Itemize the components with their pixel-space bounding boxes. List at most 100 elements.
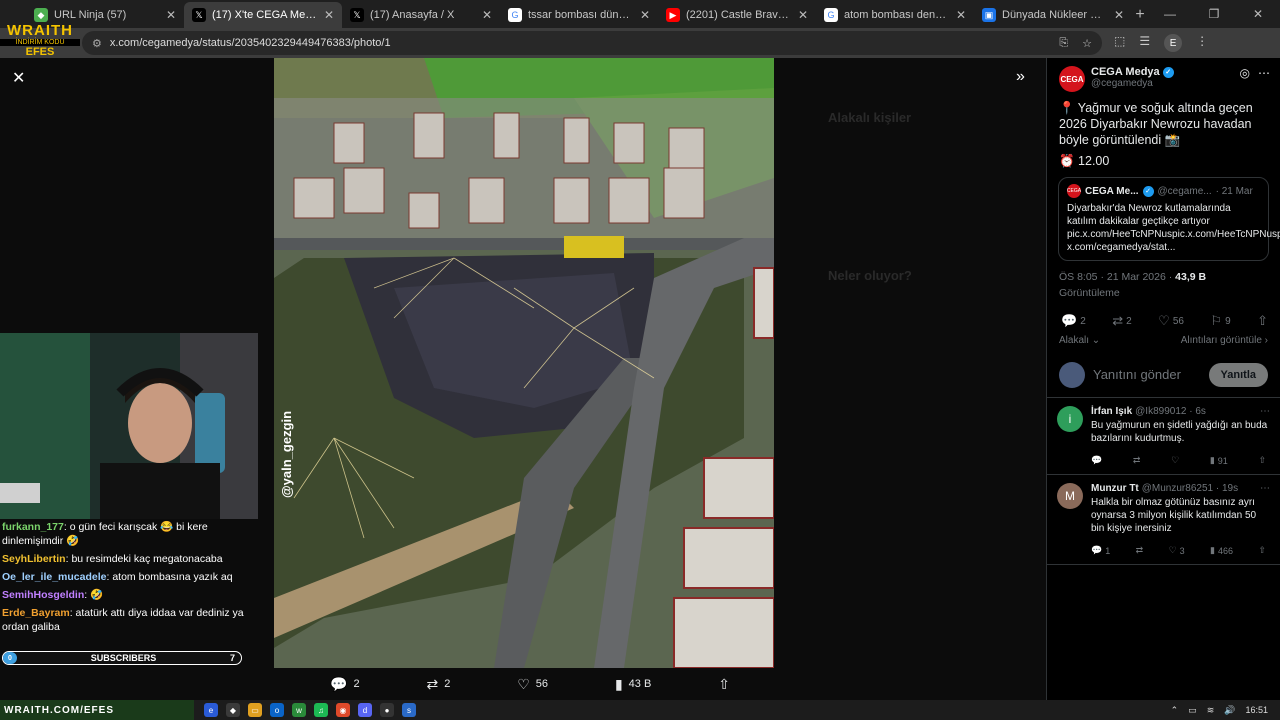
post-photo[interactable] (274, 58, 774, 668)
share-button[interactable]: ⇧ (1257, 313, 1268, 329)
reply-button[interactable]: 💬 1 (1091, 545, 1110, 556)
network-icon[interactable]: ▭ (1188, 705, 1197, 716)
grok-icon[interactable]: ◎ (1240, 66, 1250, 80)
related-dropdown[interactable]: Alakalı ⌄ (1059, 335, 1100, 346)
reply-item[interactable]: i İrfan Işık @Ik899012 · 6s ⋯ Bu yağmuru… (1047, 398, 1280, 475)
quoted-post[interactable]: CEGA CEGA Me... ✓ @cegame... · 21 Mar Di… (1058, 177, 1280, 261)
site-info-icon[interactable]: ⚙ (92, 37, 102, 50)
browser-tab[interactable]: 𝕏 (17) X'te CEGA Medya: "Selahat ✕ (184, 2, 342, 28)
x-logo-icon: 𝕏 (350, 8, 364, 22)
new-tab-button[interactable]: + (1132, 2, 1148, 28)
close-tab-icon[interactable]: ✕ (956, 8, 966, 22)
author-avatar[interactable]: CEGA (1059, 66, 1085, 92)
reply-input[interactable]: Yanıtını gönder (1093, 367, 1209, 382)
x-logo-icon: 𝕏 (192, 8, 206, 22)
system-tray: ⌃ ▭ ≋ 🔊 16:51 (1171, 705, 1280, 716)
close-tab-icon[interactable]: ✕ (166, 8, 176, 22)
obs-icon[interactable]: ● (380, 703, 394, 717)
clock[interactable]: 16:51 (1245, 705, 1268, 715)
close-icon[interactable]: ✕ (12, 68, 30, 87)
close-tab-icon[interactable]: ✕ (324, 8, 334, 22)
volume-icon[interactable]: 🔊 (1224, 705, 1235, 716)
repost-count: 2 (444, 678, 451, 690)
views-button[interactable]: ▮ 466 (1210, 545, 1233, 556)
extensions-icon[interactable]: ⬚ (1114, 34, 1125, 52)
share-button[interactable]: ⇧ (718, 676, 730, 693)
more-options-icon[interactable]: ⋯ (1260, 483, 1270, 494)
views-button[interactable]: ▮ 43 B (615, 676, 651, 693)
commenter-name[interactable]: İrfan Işık (1091, 406, 1132, 417)
whatsapp-icon[interactable]: w (292, 703, 306, 717)
close-window-icon[interactable]: ✕ (1236, 0, 1280, 28)
author-name[interactable]: CEGA Medya (1091, 66, 1160, 78)
chat-username: furkann_177 (2, 521, 64, 533)
close-tab-icon[interactable]: ✕ (1114, 8, 1124, 22)
commenter-avatar[interactable]: i (1057, 406, 1083, 432)
copilot-icon[interactable]: ◆ (226, 703, 240, 717)
browser-tab[interactable]: Gtssar bombası dünyada kaldı mı ✕ (500, 2, 658, 28)
profile-avatar[interactable]: E (1164, 34, 1183, 52)
restore-icon[interactable]: ❐ (1192, 0, 1236, 28)
spotify-icon[interactable]: ♫ (314, 703, 328, 717)
commenter-name[interactable]: Munzur Tt (1091, 483, 1139, 494)
url-field[interactable]: ⚙ x.com/cegamedya/status/203540232944947… (82, 31, 1102, 55)
chrome-icon[interactable]: ◉ (336, 703, 350, 717)
view-quotes-link[interactable]: Alıntıları görüntüle › (1181, 335, 1268, 346)
outlook-icon[interactable]: o (270, 703, 284, 717)
views-button[interactable]: ▮ 91 (1210, 455, 1228, 466)
share-icon[interactable]: ⇧ (1258, 545, 1266, 556)
like-button[interactable]: ♡ 3 (1169, 545, 1185, 556)
reply-item[interactable]: M Munzur Tt @Munzur86251 · 19s ⋯ Halkla … (1047, 475, 1280, 565)
quoted-author-avatar: CEGA (1067, 184, 1081, 198)
chat-username: Erde_Bayram (2, 607, 70, 619)
post-text: 📍 Yağmur ve soğuk altında geçen 2026 Diy… (1059, 101, 1253, 147)
like-button[interactable]: ♡ 56 (517, 676, 548, 693)
commenter-avatar[interactable]: M (1057, 483, 1083, 509)
heart-icon: ♡ (517, 675, 530, 692)
reply-button[interactable]: 💬 2 (1061, 313, 1086, 329)
repost-button[interactable]: ⇄ 2 (1112, 313, 1131, 329)
menu-icon[interactable]: ⋮ (1196, 34, 1208, 52)
share-icon[interactable]: ⇧ (1258, 455, 1266, 466)
browser-tab[interactable]: Gatom bombası denmesi için ka ✕ (816, 2, 974, 28)
post-timestamp[interactable]: ÖS 8:05 · 21 Mar 2026 · (1059, 271, 1172, 283)
chat-text: : bu resimdeki kaç megatonacaba (65, 553, 223, 565)
quoted-text: Diyarbakır'da Newroz kutlamalarında katı… (1067, 203, 1280, 253)
repost-button[interactable]: ⇄ 2 (426, 676, 450, 693)
browser-tab[interactable]: ▣ Dünyada Nükleer Silahı Olan Ü ✕ (974, 2, 1132, 28)
reply-button[interactable]: 💬 2 (330, 676, 360, 693)
sidebar-icon[interactable]: ☰ (1139, 34, 1150, 52)
browser-tab[interactable]: ▶ (2201) Castle Bravo Nuclear Tes ✕ (658, 2, 816, 28)
post-header: CEGA CEGA Medya ✓ @cegamedya ◎ ⋯ (1047, 58, 1280, 98)
install-icon[interactable]: ⎘ (1059, 37, 1068, 50)
bookmark-button[interactable]: ⚐ 9 (1210, 313, 1230, 329)
more-options-icon[interactable]: ⋯ (1260, 406, 1270, 417)
close-tab-icon[interactable]: ✕ (798, 8, 808, 22)
repost-icon[interactable]: ⇄ (1136, 545, 1144, 556)
steam-icon[interactable]: s (402, 703, 416, 717)
like-button[interactable]: ♡ 56 (1158, 313, 1184, 329)
close-tab-icon[interactable]: ✕ (482, 8, 492, 22)
wifi-icon[interactable]: ≋ (1207, 705, 1215, 716)
heart-icon[interactable]: ♡ (1171, 455, 1179, 466)
reply-icon[interactable]: 💬 (1091, 455, 1102, 466)
more-options-icon[interactable]: ⋯ (1258, 66, 1270, 80)
browser-tab[interactable]: 𝕏 (17) Anasayfa / X ✕ (342, 2, 500, 28)
bookmark-icon: ⚐ (1210, 313, 1223, 328)
close-tab-icon[interactable]: ✕ (640, 8, 650, 22)
edge-icon[interactable]: e (204, 703, 218, 717)
subscriber-label: SUBSCRIBERS (90, 653, 157, 663)
view-count: 43 B (628, 678, 652, 690)
author-handle[interactable]: @cegamedya (1091, 78, 1240, 89)
bookmark-star-icon[interactable]: ☆ (1082, 37, 1092, 50)
quoted-date: · 21 Mar (1215, 185, 1253, 197)
file-explorer-icon[interactable]: ▭ (248, 703, 262, 717)
expand-panel-icon[interactable]: » (1016, 68, 1025, 86)
minimize-icon[interactable]: — (1148, 0, 1192, 28)
reply-submit-button[interactable]: Yanıtla (1208, 362, 1268, 387)
chevron-up-icon[interactable]: ⌃ (1171, 705, 1179, 716)
discord-icon[interactable]: d (358, 703, 372, 717)
comment-like-count: 3 (1179, 545, 1185, 556)
subscriber-dot: 0 (3, 652, 17, 664)
repost-icon[interactable]: ⇄ (1133, 455, 1141, 466)
